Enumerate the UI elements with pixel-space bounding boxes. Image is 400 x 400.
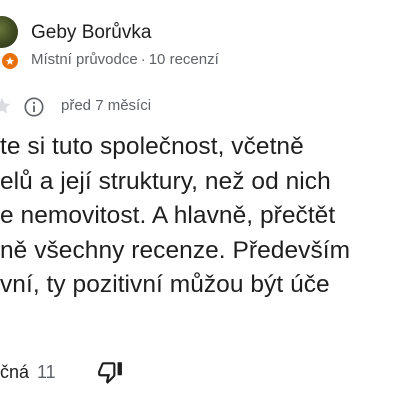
reviewer-name[interactable]: Geby Borůvka — [31, 22, 151, 44]
local-guide-star-icon — [5, 56, 15, 65]
star-icon — [0, 97, 11, 114]
review-count: 10 recenzí — [148, 51, 219, 68]
local-guide-label: Místní průvodce — [31, 51, 138, 68]
review-text-line: te si tuto společnost, včetně — [0, 133, 304, 160]
helpful-count: 11 — [37, 362, 56, 382]
review-text-line: elů a její struktury, než od nich — [0, 167, 331, 195]
info-icon[interactable] — [23, 96, 45, 118]
review-text: te si tuto společnost, včetně elů a její… — [0, 130, 400, 303]
meta-separator: · — [140, 51, 146, 68]
thumbs-down-icon[interactable] — [97, 359, 123, 385]
avatar[interactable] — [0, 16, 18, 48]
helpful-label: čná — [0, 362, 30, 382]
review-text-line: ně všechny recenze. Především — [0, 236, 351, 264]
review-text-line: vní, ty pozitivní můžou být úče — [0, 271, 330, 298]
review-date: před 7 měsíci — [61, 97, 152, 114]
review-text-line: e nemovitost. A hlavně, přečtět — [0, 202, 336, 229]
reviewer-meta: Místní průvodce · 10 recenzí — [31, 51, 219, 68]
local-guide-badge — [0, 51, 20, 71]
